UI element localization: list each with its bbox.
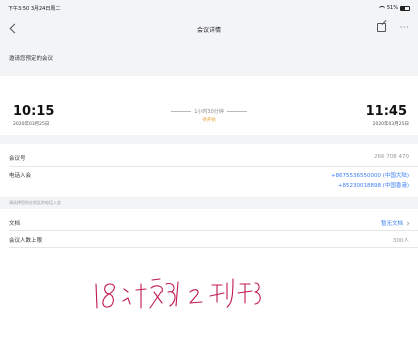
participant-limit-value: 300人 [393,238,409,244]
duration-block: 1小时30分钟 待开始 [159,108,259,123]
wifi-icon [378,5,385,11]
more-icon[interactable]: ··· [400,23,409,32]
document-status: 暂无文档 [380,221,403,227]
end-time: 11:45 [365,104,407,119]
divider [9,247,418,248]
edit-icon[interactable] [377,23,386,32]
phone-hint: 请选择您所在地区的电话入会 [9,200,61,205]
status-time-date: 下午3:50 3月24日周二 [8,6,61,12]
phone-number-hongkong[interactable]: +85230018898 (中国香港) [331,181,409,191]
end-date: 2020年03月25日 [372,122,409,127]
section-separator [0,135,418,144]
battery-icon [400,5,410,11]
duration-text: 1小时30分钟 [194,109,224,115]
start-date: 2020年03月25日 [13,122,50,127]
chevron-right-icon [405,221,410,226]
subheader-band [0,42,418,76]
document-value[interactable]: 暂无文档 [380,219,410,227]
duration-line-left [171,111,192,112]
document-label: 文档 [9,221,21,227]
participant-limit-label: 会议人数上限 [9,238,43,244]
start-time: 10:15 [13,104,55,119]
divider [9,230,418,231]
meeting-status: 待开始 [202,118,216,123]
hint-band [0,197,418,209]
status-bar: 下午3:50 3月24日周二 51% [0,0,418,18]
subheader-text: 邀请您预定的会议 [9,56,54,62]
phone-number-mainland[interactable]: +8675536550000 (中国大陆) [331,171,409,181]
status-indicators: 51% [378,5,410,11]
nav-bar: 会议详情 ··· [0,18,418,42]
duration-line-right [226,111,247,112]
meeting-id-value[interactable]: 266 708 470 [374,154,409,160]
divider [9,166,418,167]
battery-percent: 51% [386,5,398,11]
phone-numbers: +8675536550000 (中国大陆) +85230018898 (中国香港… [331,171,409,191]
handwritten-annotation [95,278,261,309]
page-title: 会议详情 [196,27,221,34]
meeting-id-label: 会议号 [9,156,26,162]
duration: 1小时30分钟 [159,108,259,115]
phone-label: 电话入会 [9,173,32,179]
